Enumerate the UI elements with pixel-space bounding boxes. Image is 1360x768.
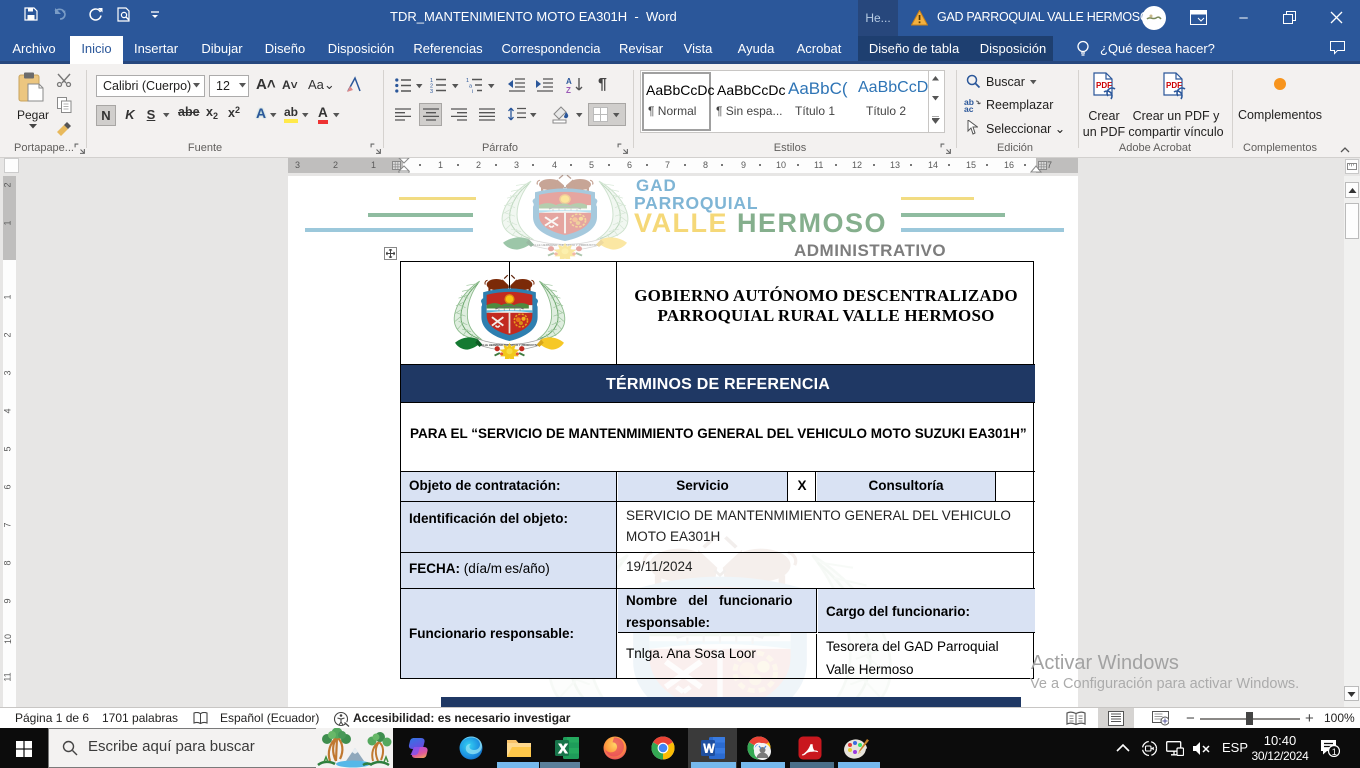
svg-text:A: A — [566, 77, 572, 86]
svg-text:1: 1 — [1332, 747, 1337, 757]
svg-text:3: 3 — [430, 89, 433, 93]
svg-text:i: i — [472, 89, 473, 93]
svg-text:ac: ac — [964, 104, 974, 112]
svg-text:Z: Z — [566, 86, 571, 94]
